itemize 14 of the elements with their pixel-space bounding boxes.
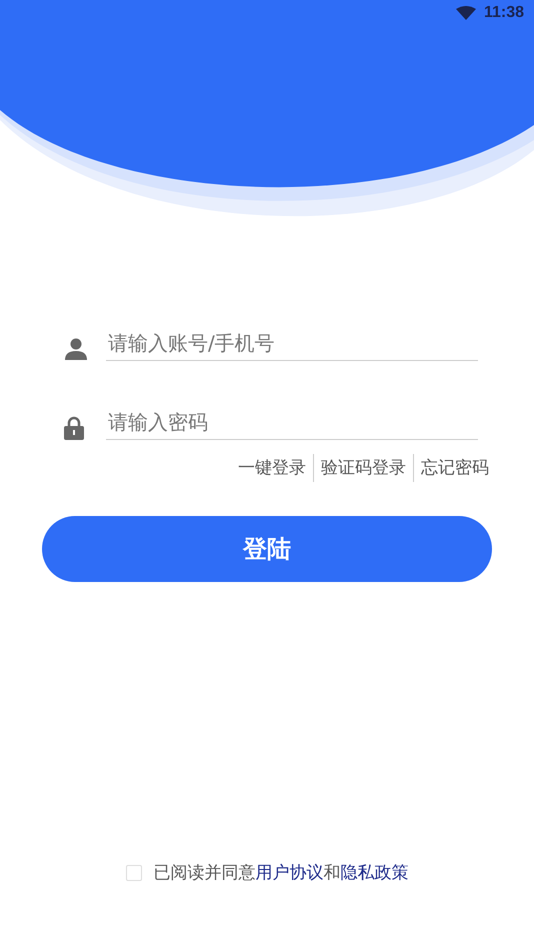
privacy-policy-link[interactable]: 隐私政策 <box>340 863 408 883</box>
login-button[interactable]: 登陆 <box>42 516 492 582</box>
person-icon <box>64 337 88 361</box>
user-agreement-link[interactable]: 用户协议 <box>256 863 324 883</box>
lock-icon <box>64 416 84 440</box>
login-option-link[interactable]: 忘记密码 <box>414 456 496 480</box>
username-field[interactable]: 请输入账号/手机号 <box>106 328 478 361</box>
password-field[interactable]: 请输入密码 <box>106 407 478 440</box>
login-option-link[interactable]: 验证码登录 <box>314 456 413 480</box>
login-option-link[interactable]: 一键登录 <box>231 456 313 480</box>
wifi-icon <box>456 6 476 20</box>
agreement-checkbox[interactable] <box>126 864 142 880</box>
agreement-text: 已阅读并同意用户协议和隐私政策 <box>154 862 408 884</box>
status-time: 11:38 <box>484 4 524 22</box>
